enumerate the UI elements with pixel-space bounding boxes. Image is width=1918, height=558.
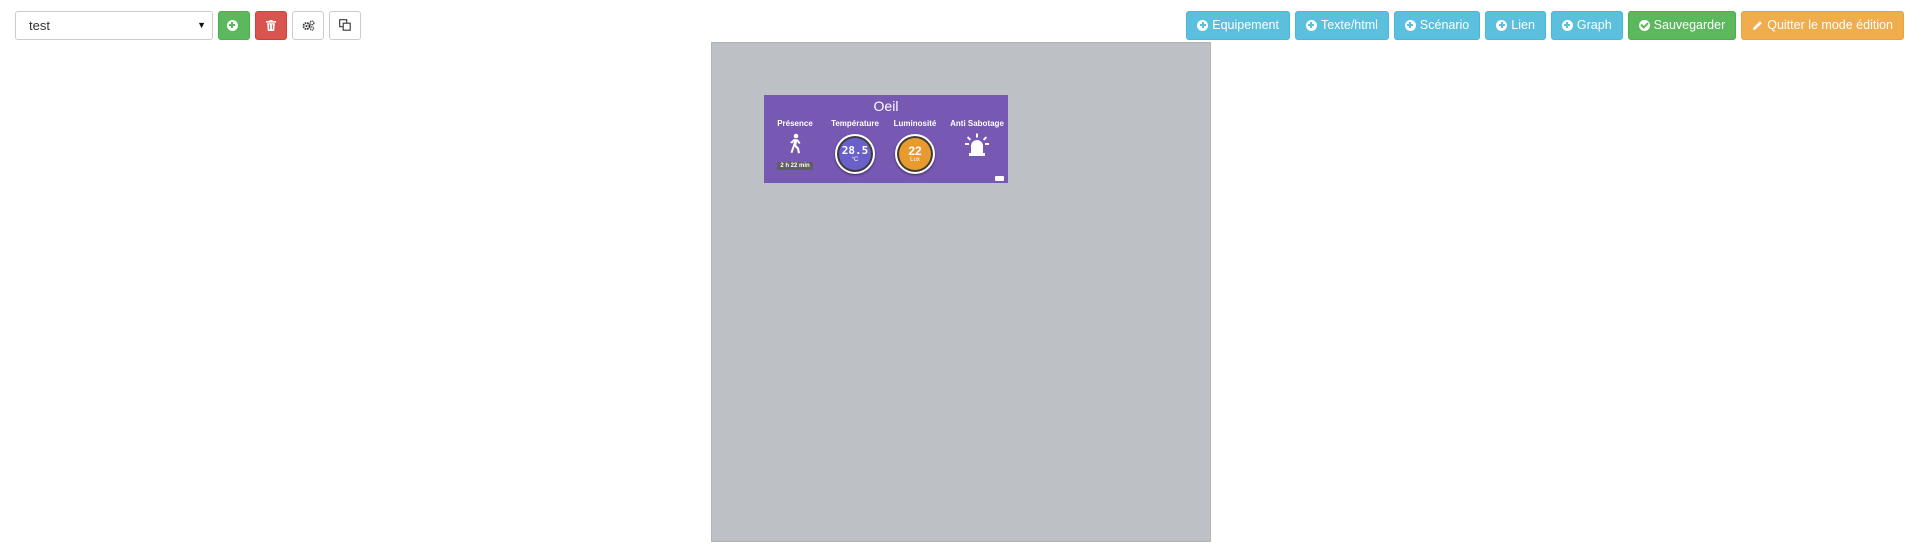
quit-edit-mode-label: Quitter le mode édition	[1767, 18, 1893, 32]
command-temperature[interactable]: Température 28.5 °C	[825, 119, 885, 174]
add-texte-html-label: Texte/html	[1320, 18, 1378, 32]
plus-circle-icon	[226, 19, 238, 31]
edit-actions-toolbar: Equipement Texte/html Scénario Lien Grap…	[1181, 10, 1904, 40]
command-label: Température	[831, 119, 879, 128]
delete-plan-button[interactable]	[255, 10, 287, 40]
widget-category-icon	[995, 176, 1004, 181]
luminosity-value: 22	[908, 143, 922, 158]
add-equipement-label: Equipement	[1212, 18, 1279, 32]
chevron-down-icon: ▼	[197, 19, 206, 30]
add-lien-button[interactable]: Lien	[1485, 10, 1546, 40]
luminosity-unit: Lux	[910, 156, 920, 163]
plan-select-value: test	[29, 17, 50, 33]
add-scenario-label: Scénario	[1419, 18, 1470, 32]
add-texte-html-button[interactable]: Texte/html	[1294, 10, 1389, 40]
luminosity-gauge: 22 Lux	[895, 134, 935, 174]
copy-icon	[339, 19, 351, 31]
temperature-value: 28.5	[841, 143, 869, 157]
duplicate-plan-button[interactable]	[329, 10, 361, 40]
plan-toolbar: test ▼	[15, 10, 366, 40]
command-label: Présence	[777, 119, 813, 128]
alarm-siren-icon	[965, 133, 989, 156]
pencil-icon	[1753, 20, 1763, 30]
quit-edit-mode-button[interactable]: Quitter le mode édition	[1741, 10, 1904, 40]
walking-person-icon	[790, 133, 801, 154]
add-scenario-button[interactable]: Scénario	[1393, 10, 1481, 40]
plan-select[interactable]: test ▼	[15, 10, 213, 40]
command-luminosite[interactable]: Luminosité 22 Lux	[885, 119, 945, 174]
save-button[interactable]: Sauvegarder	[1627, 10, 1737, 40]
equipment-widget-oeil[interactable]: Oeil Présence 2 h 22 min Température 28.…	[764, 95, 1008, 183]
command-label: Luminosité	[893, 119, 937, 128]
plus-circle-icon	[1561, 19, 1573, 31]
add-graph-button[interactable]: Graph	[1550, 10, 1623, 40]
plus-circle-icon	[1197, 19, 1209, 31]
command-presence[interactable]: Présence 2 h 22 min	[765, 119, 825, 170]
plus-circle-icon	[1496, 19, 1508, 31]
trash-icon	[266, 19, 276, 31]
add-plan-button[interactable]	[218, 10, 250, 40]
gears-icon	[302, 19, 315, 31]
plus-circle-icon	[1305, 19, 1317, 31]
plan-canvas[interactable]: Oeil Présence 2 h 22 min Température 28.…	[711, 42, 1211, 542]
add-equipement-button[interactable]: Equipement	[1186, 10, 1290, 40]
add-lien-label: Lien	[1511, 18, 1535, 32]
command-anti-sabotage[interactable]: Anti Sabotage	[947, 119, 1007, 157]
command-label: Anti Sabotage	[950, 119, 1004, 128]
temperature-unit: °C	[851, 156, 859, 163]
widget-title: Oeil	[873, 98, 899, 114]
save-label: Sauvegarder	[1653, 18, 1726, 32]
plus-circle-icon	[1404, 19, 1416, 31]
temperature-gauge: 28.5 °C	[835, 134, 875, 174]
add-graph-label: Graph	[1576, 18, 1612, 32]
configure-plan-button[interactable]	[292, 10, 324, 40]
check-circle-icon	[1638, 19, 1650, 31]
presence-duration: 2 h 22 min	[777, 162, 813, 170]
